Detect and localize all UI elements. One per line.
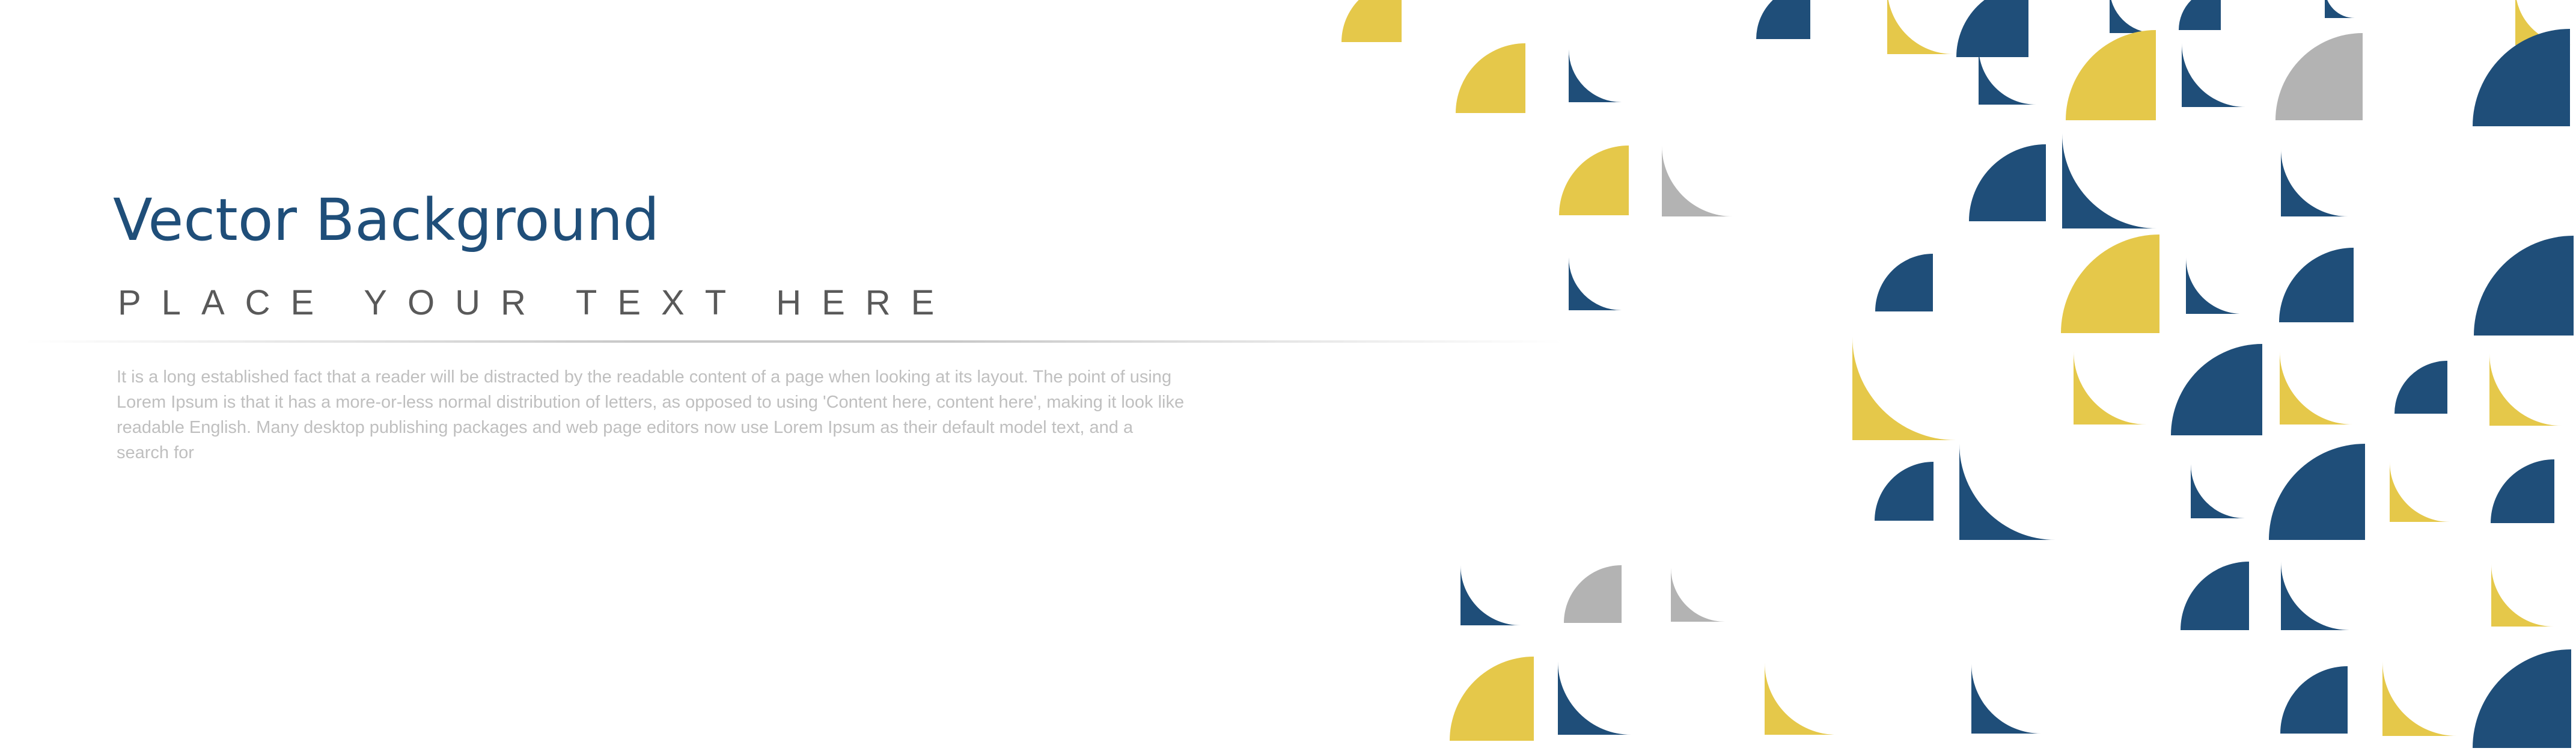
leaf-shape: [2281, 149, 2348, 216]
leaf-shape: [1852, 337, 1956, 440]
leaf-shape: [1969, 144, 2046, 221]
leaf-shape: [1564, 565, 1622, 623]
leaf-shape: [1341, 0, 1402, 42]
leaf-shape: [1662, 146, 1733, 216]
leaf-shape: [1450, 657, 1534, 741]
leaf-shape: [1558, 661, 1631, 735]
leaf-shape: [1887, 0, 1953, 54]
leaf-shape: [2110, 0, 2155, 33]
leaf-shape: [2394, 361, 2447, 414]
leaf-shape: [1756, 0, 1810, 39]
leaf-shape: [2280, 666, 2348, 734]
leaf-shape: [2280, 351, 2353, 425]
leaf-shape: [2182, 43, 2245, 107]
leaf-shape: [2489, 354, 2562, 426]
leaf-shape: [1875, 462, 1934, 521]
leaf-shape: [2279, 248, 2354, 322]
leaf-shape: [1569, 257, 1622, 310]
leaf-shape: [2474, 236, 2574, 336]
leaf-shape: [1460, 565, 1521, 625]
leaf-shape: [2186, 257, 2242, 314]
leaf-shape: [2191, 464, 2245, 518]
leaf-shape: [1569, 49, 1622, 102]
decorative-leaf-pattern: [1341, 0, 2574, 748]
leaf-shape: [1559, 146, 1629, 215]
leaf-shape: [2473, 649, 2571, 748]
leaf-shape: [2281, 562, 2349, 630]
leaf-shape: [1956, 0, 2028, 57]
leaf-shape: [2325, 0, 2355, 18]
leaf-shape: [1971, 664, 2041, 734]
leaf-shape: [2179, 0, 2221, 30]
leaf-shape: [1671, 568, 1725, 622]
leaf-shape: [2062, 133, 2157, 228]
leaf-shape: [2390, 462, 2450, 522]
leaf-shape: [2491, 459, 2554, 523]
leaf-shape: [2074, 351, 2147, 425]
leaf-shape: [2181, 562, 2249, 630]
slide: Vector Background PLACE YOUR TEXT HERE I…: [0, 0, 2576, 754]
leaf-shape: [2275, 33, 2363, 120]
leaf-shape: [1765, 663, 1837, 735]
leaf-shape: [1959, 444, 2056, 540]
leaf-shape: [2171, 344, 2262, 435]
leaf-shape: [2491, 564, 2554, 627]
leaf-shape: [2382, 661, 2457, 736]
leaf-shape: [2066, 30, 2156, 120]
leaf-shape: [1875, 254, 1933, 311]
leaf-shape: [2061, 234, 2159, 333]
leaf-shape: [2473, 29, 2570, 126]
leaf-shape: [2269, 444, 2365, 540]
leaf-shape: [1456, 43, 1525, 113]
